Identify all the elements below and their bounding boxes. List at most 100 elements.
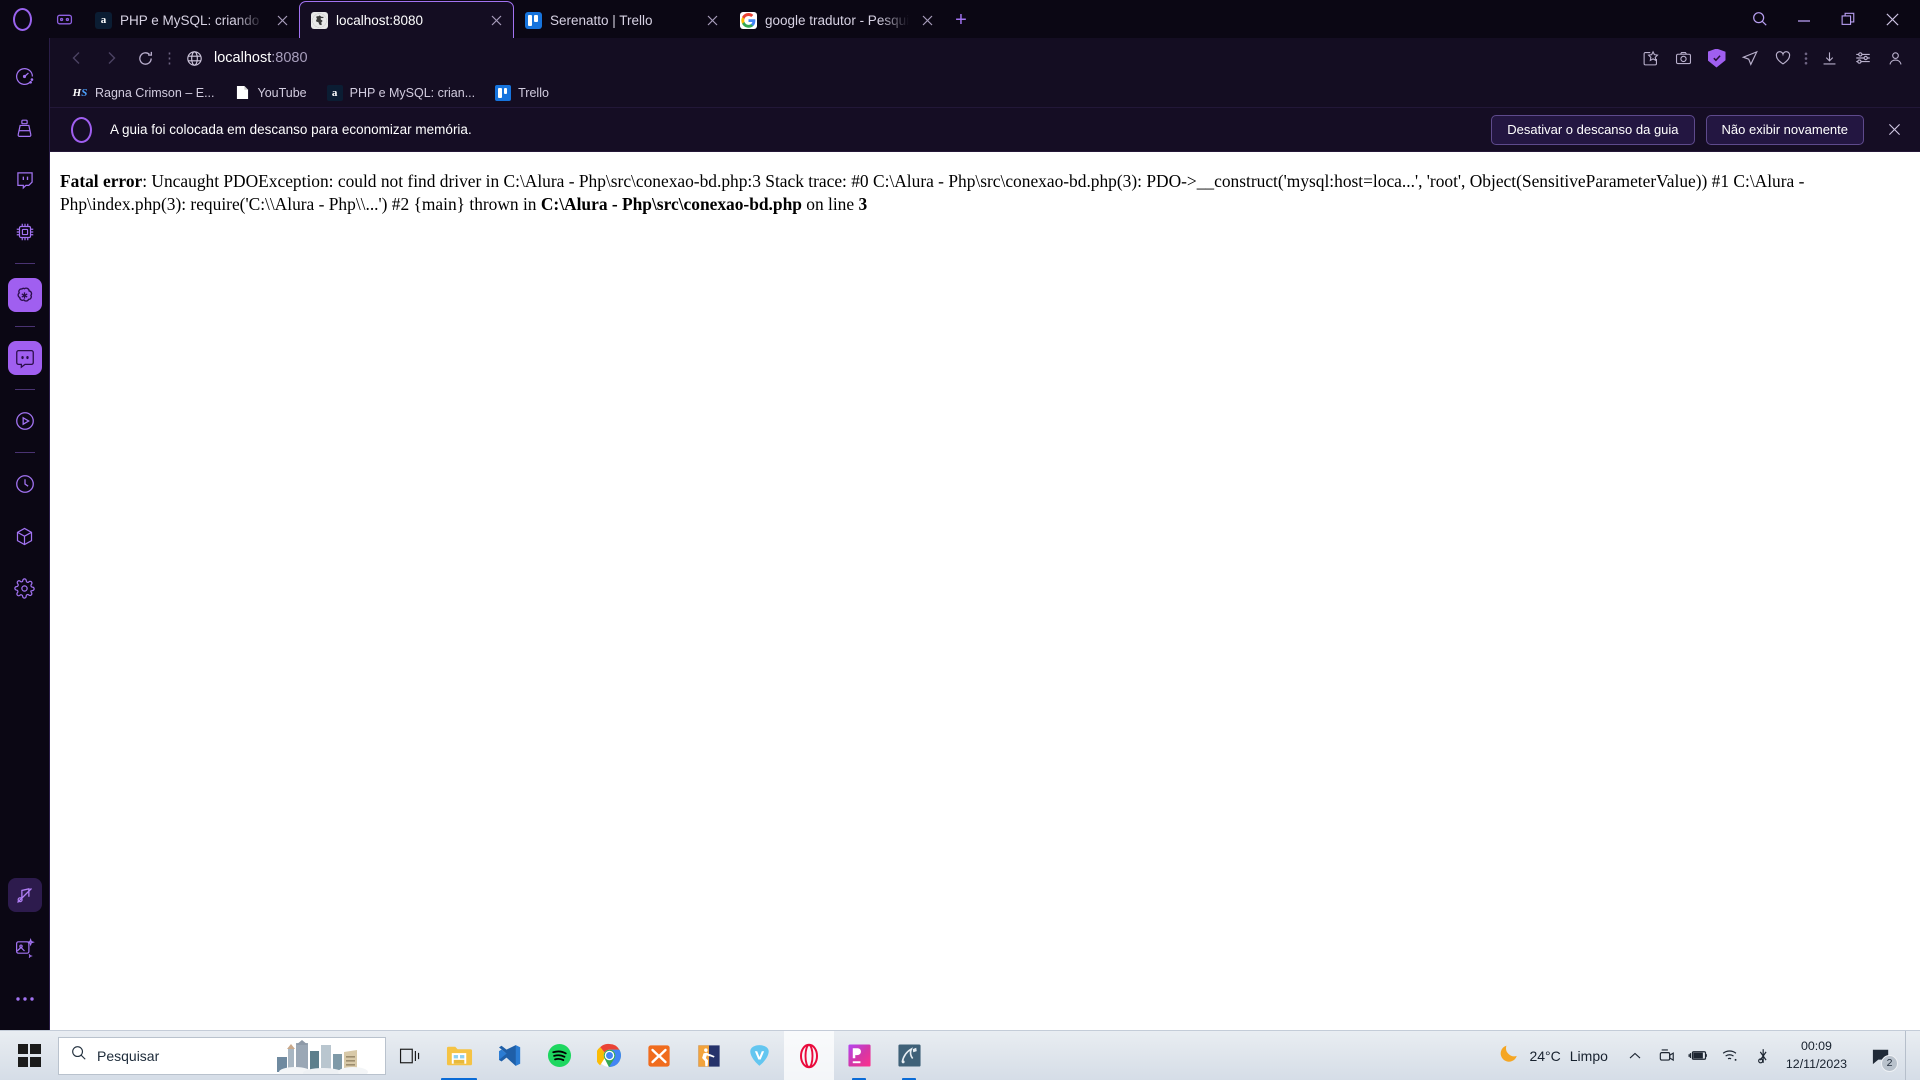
taskbar-app-opera[interactable]	[784, 1030, 834, 1080]
minimize-icon[interactable]	[1782, 0, 1826, 38]
bookmark-item[interactable]: HS Ragna Crimson – E...	[64, 82, 223, 104]
sidebar-item-cpu[interactable]	[8, 215, 42, 249]
disable-tab-sleep-button[interactable]: Desativar o descanso da guia	[1491, 114, 1695, 145]
sidebar-item-speed-dial[interactable]	[8, 59, 42, 93]
address-bar[interactable]: localhost:8080	[176, 43, 1634, 73]
tab-title: localhost:8080	[336, 12, 424, 28]
taskbar-app-chrome[interactable]	[584, 1031, 634, 1080]
back-arrow-icon[interactable]	[60, 43, 94, 73]
sidebar-divider	[14, 263, 35, 264]
tab-list: a PHP e MySQL: criando sua localhost:808…	[84, 0, 978, 38]
tab-close-button[interactable]	[917, 10, 937, 30]
taskbar-app-file-explorer[interactable]	[434, 1031, 484, 1080]
close-icon[interactable]	[1870, 0, 1914, 38]
sidebar-item-discord[interactable]	[7, 341, 42, 375]
chevron-up-icon[interactable]	[1620, 1031, 1650, 1080]
bookmark-item[interactable]: Trello	[487, 82, 557, 104]
taskbar-app-vivaldi[interactable]	[734, 1031, 784, 1080]
bluetooth-audio-icon[interactable]	[1748, 1031, 1778, 1080]
vertical-dots-icon[interactable]	[1799, 43, 1813, 73]
error-line-number: 3	[858, 194, 868, 215]
sidebar-item-history[interactable]	[8, 467, 42, 501]
browser-tab[interactable]: a PHP e MySQL: criando sua	[84, 2, 299, 38]
opera-sidebar	[0, 38, 50, 1030]
close-icon[interactable]	[1880, 116, 1908, 144]
sidebar-item-twitch[interactable]	[8, 163, 42, 197]
taskbar-clock[interactable]: 00:09 12/11/2023	[1780, 1038, 1857, 1072]
taskbar-app-phpstorm[interactable]	[834, 1031, 884, 1080]
tab-close-button[interactable]	[702, 10, 722, 30]
profile-icon[interactable]	[1879, 43, 1912, 73]
search-placeholder: Pesquisar	[97, 1047, 160, 1064]
windows-start-icon[interactable]	[0, 1031, 58, 1080]
taskbar-app-csgo[interactable]	[684, 1031, 734, 1080]
tab-title: google tradutor - Pesquisa	[765, 12, 909, 28]
clock-time: 00:09	[1800, 1039, 1832, 1054]
sidebar-item-image-tools[interactable]	[8, 930, 42, 964]
taskbar-search-input[interactable]: Pesquisar	[58, 1036, 386, 1075]
search-icon[interactable]	[1738, 0, 1782, 38]
edit-pin-icon[interactable]	[1634, 43, 1667, 73]
taskbar-app-mysql-workbench[interactable]	[884, 1031, 934, 1080]
tab-close-button[interactable]	[272, 10, 292, 30]
maximize-icon[interactable]	[1826, 0, 1870, 38]
browser-tab-active[interactable]: localhost:8080	[299, 1, 514, 38]
sidebar-item-more[interactable]	[8, 982, 42, 1016]
dont-show-again-button[interactable]: Não exibir novamente	[1705, 114, 1864, 145]
sidebar-item-cube[interactable]	[8, 519, 42, 553]
show-desktop-button[interactable]	[1905, 1030, 1912, 1080]
sidebar-item-chatgpt[interactable]	[7, 278, 42, 312]
downloads-icon[interactable]	[1813, 43, 1846, 73]
bookmark-item[interactable]: YouTube	[227, 82, 315, 104]
google-icon	[740, 11, 757, 29]
taskbar-app-spotify[interactable]	[534, 1031, 584, 1080]
windows-taskbar: Pesquisar 24°C Limpo 00:09 12/11/2023 2	[0, 1030, 1920, 1080]
taskbar-app-xampp[interactable]	[634, 1031, 684, 1080]
opera-menu-button[interactable]	[0, 0, 44, 38]
notification-center-button[interactable]: 2	[1859, 1031, 1903, 1080]
taskbar-app-vscode[interactable]	[484, 1031, 534, 1080]
sidebar-item-player[interactable]	[8, 404, 42, 438]
hs-icon: HS	[72, 86, 88, 99]
toolbar-right-icons	[1634, 43, 1912, 73]
tab-title: PHP e MySQL: criando sua	[120, 12, 264, 28]
error-body-2: on line	[801, 194, 859, 215]
window-controls	[1738, 0, 1920, 38]
document-icon	[235, 85, 251, 101]
sidebar-item-cleaner[interactable]	[8, 111, 42, 145]
forward-arrow-icon[interactable]	[94, 43, 128, 73]
trello-icon	[495, 84, 512, 101]
task-view-icon[interactable]	[386, 1031, 434, 1080]
search-icon	[71, 1045, 87, 1066]
page-actions-dots-icon[interactable]: ⋮	[162, 49, 177, 67]
notification-count-badge: 2	[1881, 1054, 1898, 1072]
browser-tab[interactable]: Serenatto | Trello	[514, 2, 729, 38]
easy-setup-icon[interactable]	[1846, 43, 1879, 73]
vpn-shield-icon[interactable]	[1700, 43, 1733, 73]
sidebar-item-settings[interactable]	[8, 571, 42, 605]
battery-charging-icon[interactable]	[1684, 1031, 1714, 1080]
snapshot-camera-icon[interactable]	[1667, 43, 1700, 73]
wifi-icon[interactable]	[1716, 1031, 1746, 1080]
reload-icon[interactable]	[128, 43, 162, 73]
bookmark-item[interactable]: a PHP e MySQL: crian...	[319, 82, 484, 104]
taskbar-weather-widget[interactable]: 24°C Limpo	[1488, 1042, 1617, 1069]
heart-icon[interactable]	[1766, 43, 1799, 73]
moon-icon	[1498, 1042, 1520, 1069]
opera-logo-icon	[66, 115, 96, 145]
search-cityscape-image	[277, 1039, 368, 1074]
opera-browser-window: a PHP e MySQL: criando sua localhost:808…	[0, 0, 1920, 1030]
bookmark-label: YouTube	[257, 85, 307, 100]
sidebar-divider	[14, 389, 35, 390]
bookmark-label: PHP e MySQL: crian...	[349, 85, 476, 100]
tab-islands-icon[interactable]	[44, 0, 84, 38]
error-label: Fatal error	[60, 171, 143, 191]
tab-close-button[interactable]	[486, 10, 506, 30]
url-text: localhost:8080	[214, 50, 308, 66]
camera-privacy-icon[interactable]	[1652, 1031, 1682, 1080]
sidebar-item-music-mute[interactable]	[7, 878, 42, 912]
alura-icon: a	[326, 84, 343, 101]
send-to-icon[interactable]	[1733, 43, 1766, 73]
new-tab-button[interactable]: +	[944, 2, 978, 38]
browser-tab[interactable]: google tradutor - Pesquisa	[729, 2, 944, 38]
